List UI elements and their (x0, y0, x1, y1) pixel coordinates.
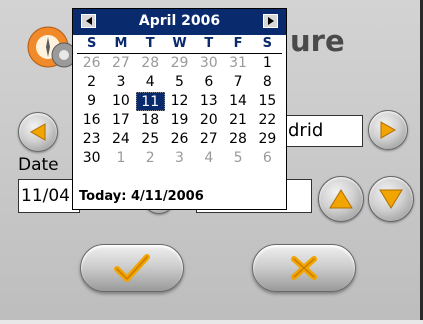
cancel-button[interactable] (252, 244, 356, 292)
app-window: ure drid Date 11/04 April 2006 S M T W T… (0, 0, 423, 324)
calendar-day[interactable]: 4 (194, 149, 223, 168)
calendar-day[interactable]: 24 (106, 130, 135, 149)
calendar-header: April 2006 (73, 9, 286, 35)
window-border-bottom (0, 320, 423, 324)
ok-button[interactable] (80, 244, 184, 292)
calendar-day[interactable]: 28 (136, 54, 165, 73)
triangle-up-icon (329, 189, 353, 209)
calendar-day[interactable]: 9 (77, 92, 106, 111)
calendar-day[interactable]: 20 (194, 111, 223, 130)
day-of-week-label: W (172, 36, 187, 51)
page-title: ure (290, 24, 345, 58)
day-of-week-label: T (204, 36, 214, 51)
calendar-day[interactable]: 6 (194, 73, 223, 92)
calendar-day[interactable]: 26 (165, 130, 194, 149)
clock-compass-icon (26, 22, 77, 72)
calendar-day[interactable]: 2 (136, 149, 165, 168)
triangle-right-icon (267, 17, 274, 25)
day-of-week-label: S (262, 36, 273, 51)
day-of-week-label: M (114, 36, 128, 51)
calendar-day[interactable]: 1 (106, 149, 135, 168)
calendar-day[interactable]: 5 (223, 149, 252, 168)
calendar-day[interactable]: 21 (223, 111, 252, 130)
date-label: Date (18, 155, 59, 175)
calendar-day[interactable]: 22 (253, 111, 282, 130)
calendar-day[interactable]: 19 (165, 111, 194, 130)
calendar-day[interactable]: 6 (253, 149, 282, 168)
calendar-day[interactable]: 31 (223, 54, 252, 73)
calendar-day[interactable]: 26 (77, 54, 106, 73)
day-of-week-label: T (145, 36, 155, 51)
x-cross-icon (291, 256, 317, 280)
calendar-day[interactable]: 25 (136, 130, 165, 149)
calendar-day[interactable]: 27 (194, 130, 223, 149)
day-of-week-label: F (233, 36, 243, 51)
calendar-day-grid: 26 27 28 29 30 31 1 2 3 4 5 6 7 8 9 10 1… (77, 54, 282, 168)
calendar-day[interactable]: 12 (165, 92, 194, 111)
calendar-day[interactable]: 28 (223, 130, 252, 149)
calendar-day[interactable]: 29 (165, 54, 194, 73)
calendar-day[interactable]: 10 (106, 92, 135, 111)
calendar-day[interactable]: 15 (253, 92, 282, 111)
days-of-week-row: S M T W T F S (77, 35, 282, 54)
triangle-right-icon (380, 121, 397, 139)
triangle-left-icon (29, 123, 46, 141)
calendar-day[interactable]: 16 (77, 111, 106, 130)
calendar-day[interactable]: 2 (77, 73, 106, 92)
calendar-next-month-button[interactable] (263, 14, 278, 28)
calendar-day[interactable]: 7 (223, 73, 252, 92)
calendar-day[interactable]: 30 (77, 149, 106, 168)
city-field[interactable]: drid (285, 115, 363, 147)
calendar-day[interactable]: 8 (253, 73, 282, 92)
triangle-down-icon (379, 189, 403, 209)
date-field[interactable]: 11/04 (18, 179, 80, 213)
calendar-month-label[interactable]: April 2006 (73, 13, 286, 29)
calendar-day[interactable]: 13 (194, 92, 223, 111)
calendar-day[interactable]: 17 (106, 111, 135, 130)
calendar-day[interactable]: 30 (194, 54, 223, 73)
next-button[interactable] (368, 110, 408, 150)
calendar-popup[interactable]: April 2006 S M T W T F S 26 27 28 29 30 … (72, 8, 287, 210)
increase-button[interactable] (318, 176, 364, 222)
previous-button[interactable] (18, 112, 58, 152)
today-link[interactable]: Today: 4/11/2006 (79, 189, 204, 204)
calendar-day[interactable]: 3 (106, 73, 135, 92)
calendar-day[interactable]: 29 (253, 130, 282, 149)
calendar-day[interactable]: 27 (106, 54, 135, 73)
checkmark-icon (114, 254, 150, 282)
calendar-day[interactable]: 5 (165, 73, 194, 92)
day-of-week-label: S (86, 36, 97, 51)
calendar-day[interactable]: 23 (77, 130, 106, 149)
calendar-day[interactable]: 4 (136, 73, 165, 92)
decrease-button[interactable] (368, 176, 414, 222)
calendar-day[interactable]: 18 (136, 111, 165, 130)
calendar-day[interactable]: 1 (253, 54, 282, 73)
calendar-day-selected[interactable]: 11 (135, 92, 165, 111)
calendar-day[interactable]: 14 (223, 92, 252, 111)
calendar-day[interactable]: 3 (165, 149, 194, 168)
